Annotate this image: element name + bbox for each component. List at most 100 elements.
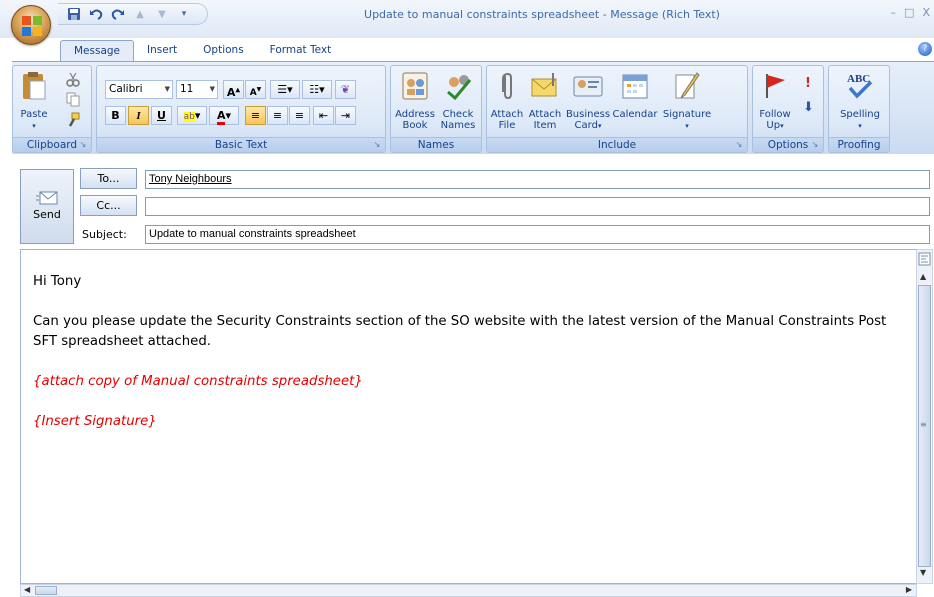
signature-placeholder: {Insert Signature} [33,414,157,429]
highlight-icon: ab [183,112,195,122]
spelling-button[interactable]: ABC Spelling ▾ [833,70,887,132]
include-launcher-icon[interactable]: ↘ [734,140,744,150]
paste-icon [23,72,46,100]
increase-indent-icon: ⇥ [340,109,351,122]
business-card-button[interactable]: Business Card▾ [565,70,611,132]
scroll-down-icon[interactable]: ▼ [920,568,926,577]
decrease-indent-icon: ⇤ [318,109,329,122]
tab-message[interactable]: Message [60,40,135,62]
minimize-button[interactable]: – [891,6,897,19]
attach-item-button[interactable]: Attach Item [527,70,563,131]
styles-icon: ❦ [340,83,351,96]
paperclip-icon [502,72,512,100]
ribbon: Paste ▾ Clipboard ↘ Calibri ▼ 11 ▼ A▲ A▼ … [12,61,934,154]
scroll-right-icon[interactable]: ▶ [906,585,912,594]
include-group: Attach File Attach Item Business Card▾ C… [486,65,748,153]
clipboard-group-label: Clipboard ↘ [13,137,91,152]
shrink-font-button[interactable]: A▼ [245,80,266,99]
grow-font-button[interactable]: A▲ [223,80,244,99]
subject-field[interactable]: Update to manual constraints spreadsheet [145,225,930,244]
cut-icon[interactable] [65,71,81,87]
align-right-icon: ≡ [294,109,305,122]
highlight-button[interactable]: ab▾ [177,106,207,125]
low-importance-icon[interactable]: ⬇ [803,100,814,115]
basic-text-group-label: Basic Text ↘ [97,137,385,152]
font-size-value: 11 [180,83,194,95]
window-title: Update to manual constraints spreadsheet… [364,8,720,21]
follow-up-button[interactable]: Follow Up▾ [755,70,795,132]
tab-insert[interactable]: Insert [134,40,190,62]
include-group-label: Include ↘ [487,137,747,152]
cc-field[interactable] [145,197,930,216]
cc-button[interactable]: Cc... [80,195,137,216]
horizontal-scrollbar[interactable]: ◀ ▶ [20,584,917,597]
close-button[interactable]: X [922,6,930,19]
envelope-icon [531,73,557,97]
tab-options[interactable]: Options [190,40,257,62]
increase-indent-button[interactable]: ⇥ [335,106,356,125]
align-center-button[interactable]: ≡ [267,106,288,125]
decrease-indent-button[interactable]: ⇤ [313,106,334,125]
body-greeting: Hi Tony [33,274,82,289]
font-color-button[interactable]: A▾ [209,106,239,125]
to-field[interactable]: Tony Neighbours [145,170,930,189]
calendar-button[interactable]: Calendar [612,70,658,120]
attach-placeholder: {attach copy of Manual constraints sprea… [33,374,363,389]
view-ruler-icon[interactable] [918,252,931,266]
message-body[interactable]: Hi Tony Can you please update the Securi… [20,249,917,584]
scroll-left-icon[interactable]: ◀ [24,585,30,594]
vertical-scrollbar[interactable]: ▲ ≡ ▼ [916,249,933,584]
italic-button[interactable]: I [128,106,149,125]
high-importance-icon[interactable]: ! [805,76,811,91]
options-launcher-icon[interactable]: ↘ [810,140,820,150]
window-controls: – □ X [891,6,930,19]
align-right-button[interactable]: ≡ [289,106,310,125]
subject-label: Subject: [82,228,127,241]
to-button[interactable]: To... [80,168,137,189]
check-names-button[interactable]: Check Names [437,70,479,131]
business-card-icon [573,76,603,97]
bold-button[interactable]: B [105,106,126,125]
horizontal-scrollbar-thumb[interactable] [35,586,57,595]
options-group-label: Options ↘ [753,137,823,152]
address-book-button[interactable]: Address Book [394,70,436,131]
recipient-name[interactable]: Tony Neighbours [149,173,232,185]
styles-button[interactable]: ❦ [335,80,356,99]
font-size-combo[interactable]: 11 ▼ [176,80,218,99]
names-group-label: Names [391,137,481,152]
font-name-combo[interactable]: Calibri ▼ [105,80,173,99]
title-bar: ▲ ▼ ▾ Update to manual constraints sprea… [0,0,934,38]
align-left-icon: ≡ [250,109,261,122]
send-button[interactable]: Send [20,169,74,244]
scroll-up-icon[interactable]: ▲ [920,272,926,281]
maximize-button[interactable]: □ [904,6,914,19]
bullets-button[interactable]: ☰▾ [270,80,300,99]
signature-button[interactable]: Signature ▾ [659,70,715,132]
basic-text-group: Calibri ▼ 11 ▼ A▲ A▼ ☰▾ ☷▾ ❦ B I U ab▾ A… [96,65,386,153]
send-label: Send [33,208,61,221]
flag-icon [766,74,785,98]
chevron-down-icon: ▼ [209,85,215,93]
options-group: Follow Up▾ ! ⬇ Options ↘ [752,65,824,153]
clipboard-launcher-icon[interactable]: ↘ [78,140,88,150]
signature-icon [675,72,700,99]
chevron-down-icon: ▼ [164,85,170,93]
ribbon-tabs: Message Insert Options Format Text [60,40,344,62]
body-paragraph: Can you please update the Security Const… [33,314,887,349]
check-names-icon [447,75,472,101]
format-painter-icon[interactable] [65,112,81,128]
basic-text-launcher-icon[interactable]: ↘ [372,140,382,150]
address-book-icon [402,72,428,100]
office-logo-icon [22,16,42,36]
underline-button[interactable]: U [151,106,172,125]
tab-format-text[interactable]: Format Text [257,40,345,62]
paste-button[interactable]: Paste ▾ [17,70,51,132]
help-icon[interactable]: ? [918,42,932,56]
paste-label: Paste [20,109,48,120]
align-left-button[interactable]: ≡ [245,106,266,125]
office-button[interactable] [11,5,51,45]
numbering-button[interactable]: ☷▾ [302,80,332,99]
copy-icon[interactable] [65,91,81,107]
font-name-value: Calibri [109,83,143,95]
attach-file-button[interactable]: Attach File [489,70,525,131]
